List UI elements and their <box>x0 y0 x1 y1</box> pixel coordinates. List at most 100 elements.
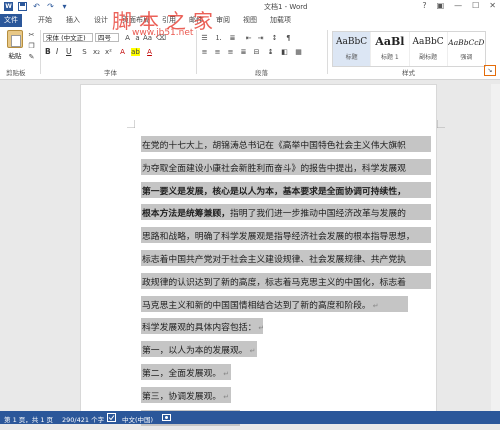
document-line[interactable]: 第三，协调发展观。 ↵ <box>141 385 431 408</box>
document-body[interactable]: 在党的十七大上，胡锦涛总书记在《高举中国特色社会主义伟大旗帜为夺取全面建设小康社… <box>141 134 431 430</box>
shading-icon[interactable]: ◧ <box>280 48 289 56</box>
increase-indent-icon[interactable]: ⇥ <box>256 34 265 42</box>
line-text: 思路和战略，明确了科学发展观是指导经济社会发展的根本指导思想， <box>142 232 415 243</box>
language-indicator[interactable]: 中文(中国) <box>122 414 153 424</box>
borders-icon[interactable]: ▦ <box>294 48 303 56</box>
tab-design[interactable]: 设计 <box>90 14 112 27</box>
close-button[interactable]: ✕ <box>489 1 496 10</box>
customize-qat-icon[interactable]: ▾ <box>60 2 69 11</box>
font-group-label: 字体 <box>104 69 117 77</box>
style-preview: AaBbCcD <box>448 38 485 47</box>
subscript-icon[interactable]: x₂ <box>92 48 101 56</box>
save-icon[interactable] <box>18 2 27 11</box>
style-name: 标题 <box>345 54 358 61</box>
align-left-icon[interactable]: ≡ <box>200 48 209 56</box>
paragraph-mark: ↵ <box>249 347 256 356</box>
decrease-indent-icon[interactable]: ⇤ <box>244 34 253 42</box>
document-line[interactable]: 第一要义是发展，核心是以人为本，基本要求是全面协调可持续性， <box>141 180 431 203</box>
show-marks-icon[interactable]: ¶ <box>284 34 293 42</box>
sort-icon[interactable]: ↕ <box>270 34 279 42</box>
title-bar: W ↶ ↷ ▾ 文档1 - Word ? ▣ — ☐ ✕ <box>0 0 500 14</box>
align-right-icon[interactable]: ≡ <box>226 48 235 56</box>
styles-dialog-launcher[interactable]: ↘ <box>484 65 496 76</box>
document-line[interactable]: 在党的十七大上，胡锦涛总书记在《高举中国特色社会主义伟大旗帜 <box>141 134 431 157</box>
document-line[interactable]: 根本方法是统筹兼顾，指明了我们进一步推动中国经济改革与发展的 <box>141 202 431 225</box>
document-line[interactable]: 第二，全面发展观。 ↵ <box>141 362 431 385</box>
tab-home[interactable]: 开始 <box>34 14 56 27</box>
quick-access-toolbar: W ↶ ↷ ▾ <box>4 2 69 11</box>
justify-icon[interactable]: ≣ <box>239 48 248 56</box>
document-line[interactable]: 政规律的认识达到了新的高度，标志着马克思主义的中国化，标志着 <box>141 271 431 294</box>
paragraph-group-label: 段落 <box>255 69 268 77</box>
ribbon-home: 粘贴 ✂ ❐ ✎ 剪贴板 宋体 (中文正) 四号 A a Aa ⌫ B I U … <box>0 27 500 80</box>
grow-font-icon[interactable]: A <box>123 34 132 42</box>
styles-group-label: 样式 <box>402 69 415 77</box>
undo-icon[interactable]: ↶ <box>32 2 41 11</box>
distributed-icon[interactable]: ⊟ <box>252 48 261 56</box>
redo-icon[interactable]: ↷ <box>46 2 55 11</box>
line-text: 第一要义是发展，核心是以人为本，基本要求是全面协调可持续性， <box>142 186 406 197</box>
ribbon-tabs: 文件 开始 插入 设计 页面布局 引用 邮件 审阅 视图 加载项 <box>0 14 500 27</box>
minimize-button[interactable]: — <box>454 1 462 10</box>
style-preview: AaBbC <box>412 37 444 47</box>
proofing-icon[interactable] <box>107 413 116 424</box>
styles-gallery: AaBbC 标题 AaBl 标题 1 AaBbC 副标题 AaBbCcD 强调 <box>332 31 486 67</box>
paragraph-mark: ↵ <box>372 301 379 310</box>
line-text: 第一，以人为本的发展观。 ↵ <box>142 346 256 357</box>
numbering-icon[interactable]: ⒈ <box>214 34 223 42</box>
line-text: 根本方法是统筹兼顾，指明了我们进一步推动中国经济改革与发展的 <box>142 209 406 220</box>
font-family-select[interactable]: 宋体 (中文正) <box>43 33 93 42</box>
font-color-icon[interactable]: A <box>145 48 154 56</box>
document-line[interactable]: 为夺取全面建设小康社会新胜利而奋斗》的报告中提出，科学发展观 <box>141 157 431 180</box>
tab-insert[interactable]: 插入 <box>62 14 84 27</box>
word-icon: W <box>4 2 13 11</box>
style-heading-1[interactable]: AaBl 标题 1 <box>371 32 410 66</box>
group-divider <box>40 30 41 74</box>
document-line[interactable]: 标志着中国共产党对于社会主义建设规律、社会发展规律、共产党执 <box>141 248 431 271</box>
group-divider <box>196 30 197 74</box>
style-subtitle[interactable]: AaBbC 副标题 <box>410 32 448 66</box>
tab-file[interactable]: 文件 <box>0 14 22 27</box>
style-emphasis[interactable]: AaBbCcD 强调 <box>448 32 485 66</box>
highlight-icon[interactable]: ab <box>131 48 140 56</box>
group-divider <box>327 30 328 74</box>
tab-view[interactable]: 视图 <box>239 14 261 27</box>
paragraph-mark: ↵ <box>223 392 230 401</box>
line-spacing-icon[interactable]: ↨ <box>266 48 275 56</box>
macro-icon[interactable] <box>162 413 171 424</box>
document-line[interactable]: 第一，以人为本的发展观。 ↵ <box>141 339 431 362</box>
cut-icon[interactable]: ✂ <box>27 31 36 39</box>
tab-addins[interactable]: 加载项 <box>266 14 295 27</box>
document-line[interactable]: 马克思主义和新的中国国情相结合达到了新的高度和阶段。 ↵ <box>141 294 431 317</box>
line-text: 在党的十七大上，胡锦涛总书记在《高举中国特色社会主义伟大旗帜 <box>142 141 406 151</box>
italic-button[interactable]: I <box>56 47 58 56</box>
maximize-button[interactable]: ☐ <box>472 1 479 10</box>
superscript-icon[interactable]: x² <box>104 48 113 56</box>
font-size-select[interactable]: 四号 <box>95 33 119 42</box>
underline-button[interactable]: U <box>66 47 72 56</box>
bullets-icon[interactable]: ☰ <box>200 34 209 42</box>
format-painter-icon[interactable]: ✎ <box>27 53 36 61</box>
text-effects-icon[interactable]: A <box>118 48 127 56</box>
help-icon[interactable]: ? <box>422 1 426 10</box>
multilevel-list-icon[interactable]: ≣ <box>228 34 237 42</box>
align-center-icon[interactable]: ≡ <box>213 48 222 56</box>
clipboard-group-label: 剪贴板 <box>6 69 26 77</box>
vertical-scrollbar[interactable] <box>491 84 500 411</box>
paragraph-mark: ↵ <box>223 369 230 378</box>
copy-icon[interactable]: ❐ <box>27 42 36 50</box>
margin-corner-mark <box>127 120 135 128</box>
paste-icon <box>7 30 23 48</box>
ribbon-display-icon[interactable]: ▣ <box>437 1 445 10</box>
document-line[interactable]: 思路和战略，明确了科学发展观是指导经济社会发展的根本指导思想， <box>141 225 431 248</box>
word-count[interactable]: 290/421 个字 <box>62 414 104 424</box>
line-text: 马克思主义和新的中国国情相结合达到了新的高度和阶段。 ↵ <box>142 300 379 311</box>
style-title[interactable]: AaBbC 标题 <box>333 32 372 66</box>
paste-button[interactable]: 粘贴 <box>6 30 24 64</box>
strikethrough-icon[interactable]: S <box>80 48 89 56</box>
document-line[interactable]: 科学发展观的具体内容包括： ↵ <box>141 316 431 339</box>
page-count[interactable]: 第 1 页，共 1 页 <box>4 414 53 424</box>
document-title: 文档1 - Word <box>264 3 308 11</box>
bold-button[interactable]: B <box>45 47 51 56</box>
line-text: 科学发展观的具体内容包括： ↵ <box>142 323 265 334</box>
